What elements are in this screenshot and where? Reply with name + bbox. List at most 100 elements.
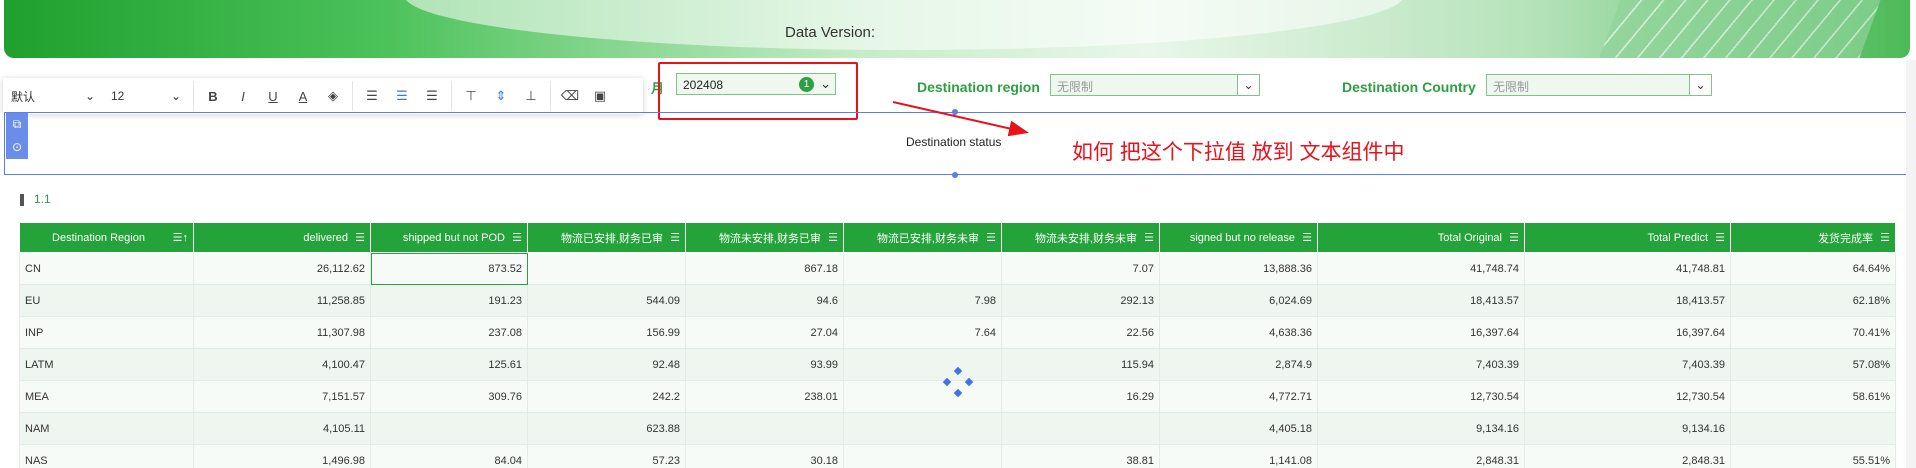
table-cell[interactable]: 1,141.08 xyxy=(1159,444,1318,468)
table-cell[interactable]: 16,397.64 xyxy=(1317,316,1525,349)
table-cell[interactable]: 84.04 xyxy=(370,444,528,468)
resize-handle-top[interactable] xyxy=(952,109,958,115)
table-cell[interactable]: 12,730.54 xyxy=(1524,380,1731,413)
table-cell[interactable] xyxy=(527,252,686,285)
sort-icon[interactable]: ☰ xyxy=(1302,231,1312,244)
table-cell[interactable]: 2,848.31 xyxy=(1524,444,1731,468)
table-cell[interactable]: 13,888.36 xyxy=(1159,252,1318,285)
table-cell[interactable] xyxy=(843,252,1002,285)
table-cell[interactable]: 58.61% xyxy=(1730,380,1896,413)
table-cell[interactable]: 9,134.16 xyxy=(1317,412,1525,445)
column-header[interactable]: shipped but not POD ☰ xyxy=(370,222,528,253)
align-right-icon[interactable]: ☰ xyxy=(417,84,447,108)
table-row[interactable]: INP 11,307.98 237.08 156.99 27.04 7.64 22.56 4,… xyxy=(19,316,1896,349)
table-cell[interactable]: 22.56 xyxy=(1001,316,1160,349)
table-cell[interactable]: 18,413.57 xyxy=(1317,284,1525,317)
table-cell[interactable]: 115.94 xyxy=(1001,348,1160,381)
sort-icon[interactable]: ☰ xyxy=(355,231,365,244)
table-cell[interactable]: 292.13 xyxy=(1001,284,1160,317)
table-cell[interactable]: 2,848.31 xyxy=(1317,444,1525,468)
font-size-select[interactable]: 12 ⌄ xyxy=(103,84,189,108)
table-cell[interactable] xyxy=(685,412,844,445)
table-cell[interactable]: 237.08 xyxy=(370,316,528,349)
destination-region-select[interactable]: 无限制 ⌄ xyxy=(1050,74,1260,96)
resize-handle-bottom[interactable] xyxy=(952,172,958,178)
collapse-icon[interactable]: ⊙ xyxy=(6,136,28,159)
table-cell[interactable]: 873.52 xyxy=(370,252,528,285)
sort-icon[interactable]: ☰ xyxy=(1715,231,1725,244)
table-cell[interactable]: 156.99 xyxy=(527,316,686,349)
table-cell[interactable]: 7,403.39 xyxy=(1524,348,1731,381)
table-cell[interactable]: 2,874.9 xyxy=(1159,348,1318,381)
italic-icon[interactable]: I xyxy=(228,84,258,108)
font-family-select[interactable]: 默认 ⌄ xyxy=(3,84,103,108)
align-middle-icon[interactable]: ⇕ xyxy=(486,84,516,108)
underline-icon[interactable]: U xyxy=(258,84,288,108)
table-cell[interactable]: 93.99 xyxy=(685,348,844,381)
table-cell[interactable] xyxy=(843,348,1002,381)
table-cell[interactable]: 242.2 xyxy=(527,380,686,413)
column-header[interactable]: 物流未安排,财务已审 ☰ xyxy=(685,222,844,253)
align-bottom-icon[interactable]: ⊥ xyxy=(516,84,546,108)
region-cell[interactable]: LATM xyxy=(19,348,194,381)
table-cell[interactable]: 7,403.39 xyxy=(1317,348,1525,381)
fill-color-icon[interactable]: ◈ xyxy=(318,84,348,108)
table-cell[interactable]: 11,307.98 xyxy=(193,316,371,349)
table-cell[interactable]: 41,748.81 xyxy=(1524,252,1731,285)
chevron-down-icon[interactable]: ⌄ xyxy=(1237,75,1259,95)
table-row[interactable]: NAM 4,105.11 623.88 4,405.18 9,134.16 9,134.1… xyxy=(19,412,1896,445)
table-cell[interactable]: 12,730.54 xyxy=(1317,380,1525,413)
table-cell[interactable]: 7.07 xyxy=(1001,252,1160,285)
align-center-icon[interactable]: ☰ xyxy=(387,84,417,108)
region-cell[interactable]: INP xyxy=(19,316,194,349)
table-cell[interactable]: 7.64 xyxy=(843,316,1002,349)
column-header[interactable]: delivered ☰ xyxy=(193,222,371,253)
table-cell[interactable]: 191.23 xyxy=(370,284,528,317)
column-header[interactable]: 发货完成率 ☰ xyxy=(1730,222,1896,253)
table-cell[interactable]: 867.18 xyxy=(685,252,844,285)
column-header[interactable]: 物流已安排,财务未审 ☰ xyxy=(843,222,1002,253)
table-cell[interactable]: 4,772.71 xyxy=(1159,380,1318,413)
copy-icon[interactable]: ⧉ xyxy=(6,113,28,136)
region-cell[interactable]: EU xyxy=(19,284,194,317)
table-cell[interactable] xyxy=(370,412,528,445)
table-cell[interactable]: 30.18 xyxy=(685,444,844,468)
table-cell[interactable]: 309.76 xyxy=(370,380,528,413)
table-cell[interactable]: 4,638.36 xyxy=(1159,316,1318,349)
sort-icon[interactable]: ☰ xyxy=(986,231,996,244)
table-cell[interactable]: 7,151.57 xyxy=(193,380,371,413)
sort-icon[interactable]: ☰ xyxy=(512,231,522,244)
table-cell[interactable]: 92.48 xyxy=(527,348,686,381)
chevron-down-icon[interactable]: ⌄ xyxy=(1689,75,1711,95)
table-cell[interactable]: 27.04 xyxy=(685,316,844,349)
sort-icon[interactable]: ☰ xyxy=(828,231,838,244)
align-top-icon[interactable]: ⊤ xyxy=(456,84,486,108)
table-row[interactable]: EU 11,258.85 191.23 544.09 94.6 7.98 292.13 6,0… xyxy=(19,284,1896,317)
column-header[interactable]: Total Original ☰ xyxy=(1317,222,1525,253)
table-cell[interactable]: 70.41% xyxy=(1730,316,1896,349)
sort-icon[interactable]: ☰↑ xyxy=(173,231,188,244)
column-header[interactable]: 物流未安排,财务未审 ☰ xyxy=(1001,222,1160,253)
table-cell[interactable]: 4,105.11 xyxy=(193,412,371,445)
table-cell[interactable]: 6,024.69 xyxy=(1159,284,1318,317)
scrollbar-track[interactable] xyxy=(1906,60,1916,468)
sort-icon[interactable]: ☰ xyxy=(1509,231,1519,244)
sort-icon[interactable]: ☰ xyxy=(1880,231,1890,244)
bold-icon[interactable]: B xyxy=(198,84,228,108)
table-cell[interactable]: 4,100.47 xyxy=(193,348,371,381)
table-cell[interactable]: 26,112.62 xyxy=(193,252,371,285)
table-cell[interactable]: 623.88 xyxy=(527,412,686,445)
region-cell[interactable]: NAS xyxy=(19,444,194,468)
table-cell[interactable] xyxy=(843,444,1002,468)
table-cell[interactable]: 16,397.64 xyxy=(1524,316,1731,349)
sort-icon[interactable]: ☰ xyxy=(1144,231,1154,244)
column-header[interactable]: 物流已安排,财务已审 ☰ xyxy=(527,222,686,253)
region-cell[interactable]: MEA xyxy=(19,380,194,413)
table-row[interactable]: CN 26,112.62 873.52 867.18 7.07 13,888.36 41,7… xyxy=(19,252,1896,285)
clear-format-icon[interactable]: ⌫ xyxy=(555,84,585,108)
sort-icon[interactable]: ☰ xyxy=(670,231,680,244)
font-color-icon[interactable]: A xyxy=(288,84,318,108)
table-cell[interactable]: 57.23 xyxy=(527,444,686,468)
table-cell[interactable]: 1,496.98 xyxy=(193,444,371,468)
table-cell[interactable]: 57.08% xyxy=(1730,348,1896,381)
